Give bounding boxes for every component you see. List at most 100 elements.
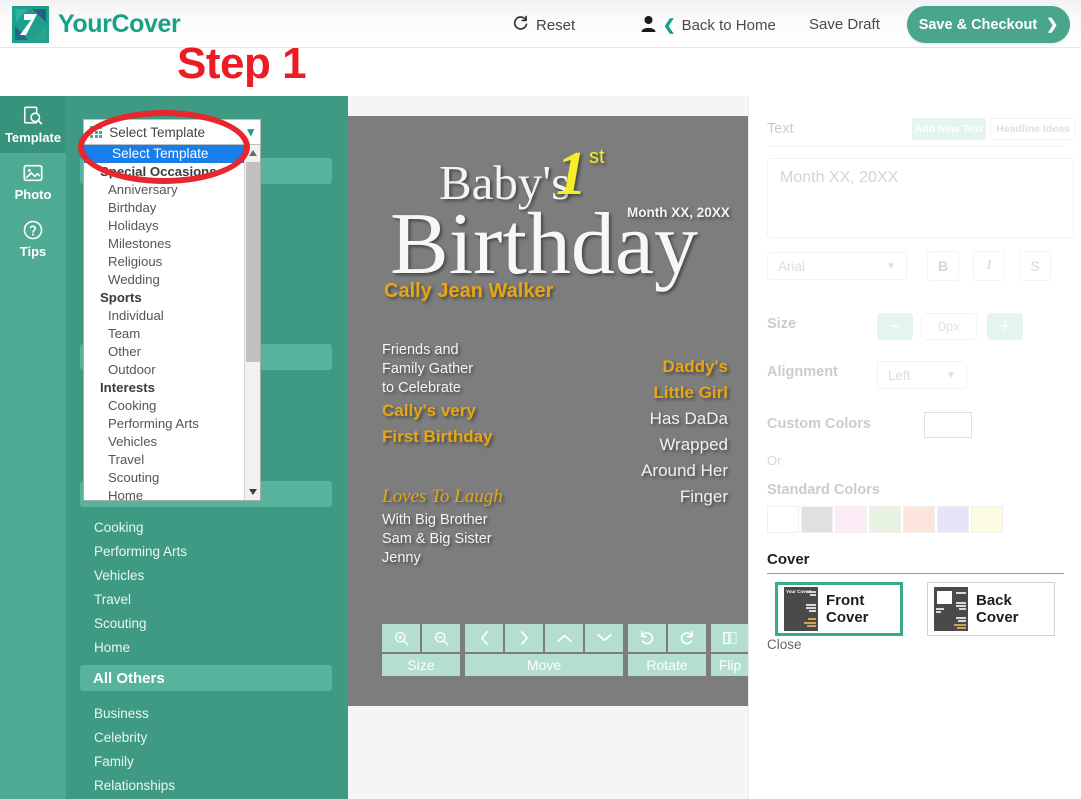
sidebar-item-relationships[interactable]: Relationships — [94, 778, 175, 793]
canvas-toolbar: Size Move — [382, 624, 754, 676]
size-decrease-button[interactable]: − — [877, 313, 913, 340]
custom-color-swatch[interactable] — [924, 412, 972, 438]
close-link[interactable]: Close — [767, 637, 802, 652]
sidebar-item-vehicles[interactable]: Vehicles — [94, 568, 144, 583]
scroll-up-arrow-icon[interactable] — [245, 145, 261, 161]
dropdown-group-interests: Interests — [84, 379, 246, 397]
font-family-select[interactable]: Arial ▼ — [767, 252, 907, 280]
back-to-home-label: Back to Home — [682, 17, 776, 34]
save-and-checkout-button[interactable]: Save & Checkout ❯ — [907, 6, 1070, 43]
add-new-text-button[interactable]: Add New Text — [912, 118, 986, 140]
brand-logo[interactable]: YourCover — [12, 6, 180, 43]
dropdown-scrollbar[interactable] — [244, 145, 260, 500]
italic-button[interactable]: I — [973, 251, 1005, 281]
standard-colors-label: Standard Colors — [767, 482, 880, 498]
dropdown-option-vehicles[interactable]: Vehicles — [84, 433, 246, 451]
standard-colors-swatches — [767, 506, 1003, 533]
alignment-select[interactable]: Left ▼ — [877, 361, 967, 389]
cover-right-block-1[interactable]: Daddy's Little Girl — [653, 354, 728, 406]
headline-ideas-button[interactable]: Headline Ideas — [990, 118, 1076, 140]
section-header-all-others[interactable]: All Others — [80, 665, 332, 691]
cover-preview[interactable]: Baby's 1 st Birthday Month XX, 20XX Call… — [348, 116, 748, 706]
dropdown-option-individual[interactable]: Individual — [84, 307, 246, 325]
cover-ordinal-suffix[interactable]: st — [589, 146, 605, 169]
dropdown-option-scouting[interactable]: Scouting — [84, 469, 246, 487]
sidebar-item-travel[interactable]: Travel — [94, 592, 131, 607]
front-cover-option[interactable]: Your Cover! Front Cover — [775, 582, 903, 636]
dropdown-option-travel[interactable]: Travel — [84, 451, 246, 469]
rail-item-photo[interactable]: Photo — [0, 153, 66, 210]
toolbar-label-flip: Flip — [711, 654, 749, 676]
flip-horizontal-icon[interactable] — [711, 624, 749, 652]
cover-left-italic[interactable]: Loves To Laugh — [382, 486, 503, 508]
dropdown-option-other[interactable]: Other — [84, 343, 246, 361]
photo-image-icon — [22, 162, 44, 184]
color-swatch-salmon[interactable] — [903, 506, 935, 533]
sidebar-item-scouting[interactable]: Scouting — [94, 616, 147, 631]
strikethrough-button[interactable]: S — [1019, 251, 1051, 281]
left-icon-rail: Template Photo Tips — [0, 96, 66, 799]
dropdown-option-select-template[interactable]: Select Template — [84, 145, 246, 163]
reset-button[interactable]: Reset — [512, 15, 575, 36]
rail-item-template[interactable]: Template — [0, 96, 66, 153]
color-swatch-yellow[interactable] — [971, 506, 1003, 533]
toolbar-group-size: Size — [382, 624, 460, 676]
dropdown-option-birthday[interactable]: Birthday — [84, 199, 246, 217]
color-swatch-purple[interactable] — [937, 506, 969, 533]
size-value-input[interactable]: 0px — [921, 313, 977, 340]
dropdown-scrollbar-thumb[interactable] — [246, 162, 260, 362]
color-swatch-white[interactable] — [767, 506, 799, 533]
back-to-home-link[interactable]: ❮ Back to Home — [663, 16, 776, 34]
dropdown-option-anniversary[interactable]: Anniversary — [84, 181, 246, 199]
step-annotation: Step 1 — [177, 39, 306, 89]
front-cover-thumbnail: Your Cover! — [784, 587, 818, 631]
dropdown-option-performing-arts[interactable]: Performing Arts — [84, 415, 246, 433]
dropdown-option-religious[interactable]: Religious — [84, 253, 246, 271]
zoom-out-icon[interactable] — [422, 624, 460, 652]
cover-right-block-2[interactable]: Has DaDa Wrapped Around Her Finger — [641, 406, 728, 510]
color-swatch-green[interactable] — [869, 506, 901, 533]
dropdown-option-milestones[interactable]: Milestones — [84, 235, 246, 253]
cover-left-block-1[interactable]: Friends and Family Gather to Celebrate — [382, 341, 473, 398]
rail-item-tips[interactable]: Tips — [0, 210, 66, 267]
dropdown-option-outdoor[interactable]: Outdoor — [84, 361, 246, 379]
sidebar-item-celebrity[interactable]: Celebrity — [94, 730, 147, 745]
sidebar-item-business[interactable]: Business — [94, 706, 149, 721]
dropdown-option-holidays[interactable]: Holidays — [84, 217, 246, 235]
sidebar-item-cooking[interactable]: Cooking — [94, 520, 144, 535]
save-draft-button[interactable]: Save Draft — [809, 16, 880, 33]
rotate-right-icon[interactable] — [668, 624, 706, 652]
save-and-checkout-label: Save & Checkout — [919, 17, 1037, 33]
dropdown-option-team[interactable]: Team — [84, 325, 246, 343]
sidebar-item-performing-arts[interactable]: Performing Arts — [94, 544, 187, 559]
arrow-down-icon[interactable] — [585, 624, 623, 652]
back-cover-label: Back Cover — [976, 592, 1019, 626]
scroll-down-arrow-icon[interactable] — [245, 484, 261, 500]
arrow-right-icon[interactable] — [505, 624, 543, 652]
back-cover-label-line1: Back — [976, 592, 1019, 609]
select-template-button[interactable]: Select Template ▾ — [83, 119, 261, 145]
sidebar-item-home[interactable]: Home — [94, 640, 130, 655]
arrow-up-icon[interactable] — [545, 624, 583, 652]
sidebar-item-family[interactable]: Family — [94, 754, 134, 769]
dropdown-option-home[interactable]: Home — [84, 487, 246, 501]
or-label: Or — [767, 453, 781, 468]
dropdown-option-cooking[interactable]: Cooking — [84, 397, 246, 415]
color-swatch-gray[interactable] — [801, 506, 833, 533]
cover-name[interactable]: Cally Jean Walker — [384, 280, 553, 303]
arrow-left-icon[interactable] — [465, 624, 503, 652]
cover-date[interactable]: Month XX, 20XX — [627, 205, 730, 220]
cover-left-block-2[interactable]: Cally's very First Birthday — [382, 398, 493, 450]
size-increase-button[interactable]: + — [987, 313, 1023, 340]
color-swatch-pink[interactable] — [835, 506, 867, 533]
back-cover-option[interactable]: Back Cover — [927, 582, 1055, 636]
cover-left-block-3[interactable]: With Big Brother Sam & Big Sister Jenny — [382, 511, 492, 568]
rotate-left-icon[interactable] — [628, 624, 666, 652]
person-icon — [641, 16, 656, 37]
bold-button[interactable]: B — [927, 251, 959, 281]
chevron-down-icon: ▾ — [247, 124, 254, 140]
dropdown-option-wedding[interactable]: Wedding — [84, 271, 246, 289]
refresh-icon — [512, 15, 529, 36]
zoom-in-icon[interactable] — [382, 624, 420, 652]
text-input-textarea[interactable] — [767, 158, 1074, 238]
